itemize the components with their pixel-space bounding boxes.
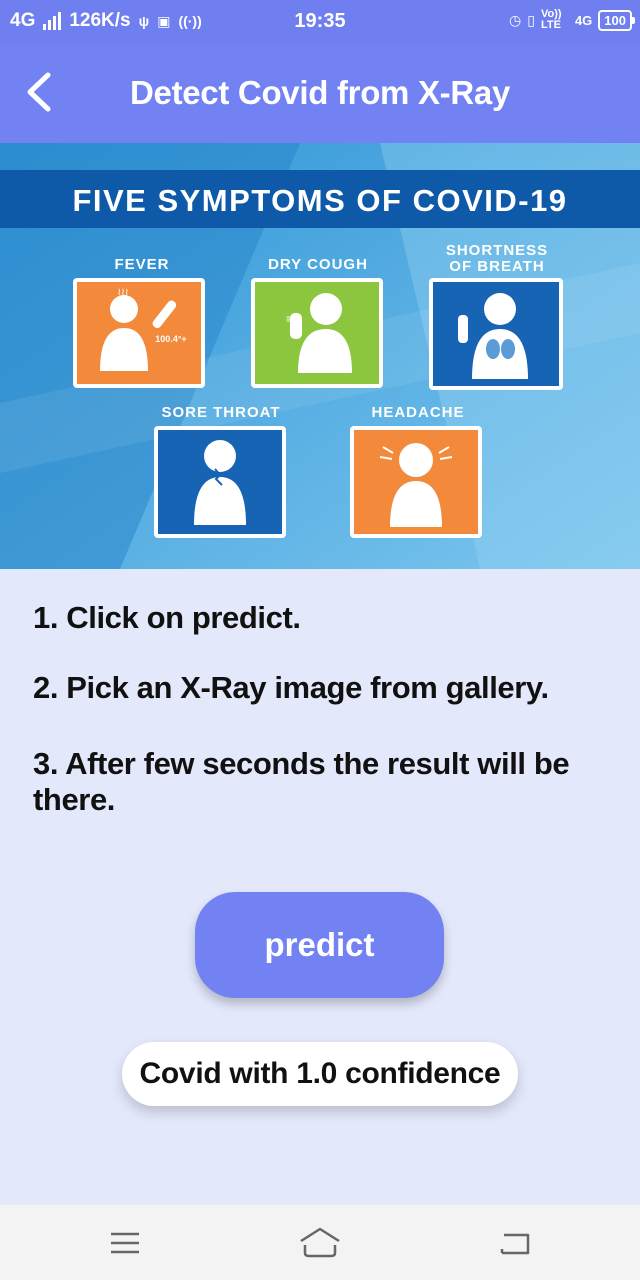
banner-heading: FIVE SYMPTOMS OF COVID-19 <box>72 183 567 218</box>
symptom-label-of-breath: OF BREATH <box>449 258 544 275</box>
app-bar: Detect Covid from X-Ray <box>0 43 640 143</box>
back-button[interactable] <box>18 69 64 115</box>
recent-back-button[interactable] <box>490 1223 540 1263</box>
svg-text:≡: ≡ <box>286 312 293 326</box>
symptoms-banner: FIVE SYMPTOMS OF COVID-19 FEVER 100.4°+ … <box>0 143 640 569</box>
home-button[interactable] <box>295 1223 345 1263</box>
symptom-label-fever: FEVER <box>114 256 169 273</box>
instructions-list: 1. Click on predict. 2. Pick an X-Ray im… <box>33 600 613 852</box>
return-icon <box>500 1233 530 1255</box>
page-title: Detect Covid from X-Ray <box>129 74 510 111</box>
instruction-step-3: 3. After few seconds the result will be … <box>33 746 570 817</box>
battery-icon: 100 <box>598 9 635 31</box>
battery-level: 100 <box>604 12 626 28</box>
menu-icon <box>111 1232 139 1254</box>
dry-cough-card: ≡ <box>251 278 383 388</box>
symptom-label-sore-throat: SORE THROAT <box>161 404 280 421</box>
symptom-label-shortness: SHORTNESS <box>446 242 548 259</box>
symptoms-infographic: FIVE SYMPTOMS OF COVID-19 FEVER 100.4°+ … <box>0 143 640 569</box>
alarm-icon: ◷ <box>509 11 522 28</box>
instruction-step-1: 1. Click on predict. <box>33 600 301 635</box>
status-right: ◷ ▯ Vo)) LTE 4G 100 <box>509 8 635 31</box>
svg-text:≀≀≀: ≀≀≀ <box>117 287 128 298</box>
vibrate-icon: ▯ <box>527 11 535 28</box>
system-nav-bar <box>0 1205 640 1280</box>
sore-throat-card <box>154 426 286 538</box>
chevron-left-icon <box>27 72 51 112</box>
headache-card <box>350 426 482 538</box>
result-label: Covid with 1.0 confidence <box>122 1042 518 1106</box>
status-bar: 4G 126K/s ψ ▣ ((·)) 19:35 ◷ ▯ Vo)) LTE 4… <box>0 0 640 43</box>
thermometer-reading: 100.4°+ <box>155 334 186 344</box>
menu-button[interactable] <box>100 1223 150 1263</box>
data-type: 4G <box>574 12 593 28</box>
instruction-step-2: 2. Pick an X-Ray image from gallery. <box>33 670 549 705</box>
volte-label: Vo)) LTE <box>540 8 562 31</box>
shortness-of-breath-card <box>429 278 563 390</box>
home-icon <box>300 1227 340 1258</box>
fever-card: 100.4°+ ≀≀≀ <box>73 278 205 388</box>
symptom-label-headache: HEADACHE <box>371 404 464 421</box>
symptom-label-dry-cough: DRY COUGH <box>268 256 368 273</box>
predict-button[interactable]: predict <box>195 892 444 998</box>
